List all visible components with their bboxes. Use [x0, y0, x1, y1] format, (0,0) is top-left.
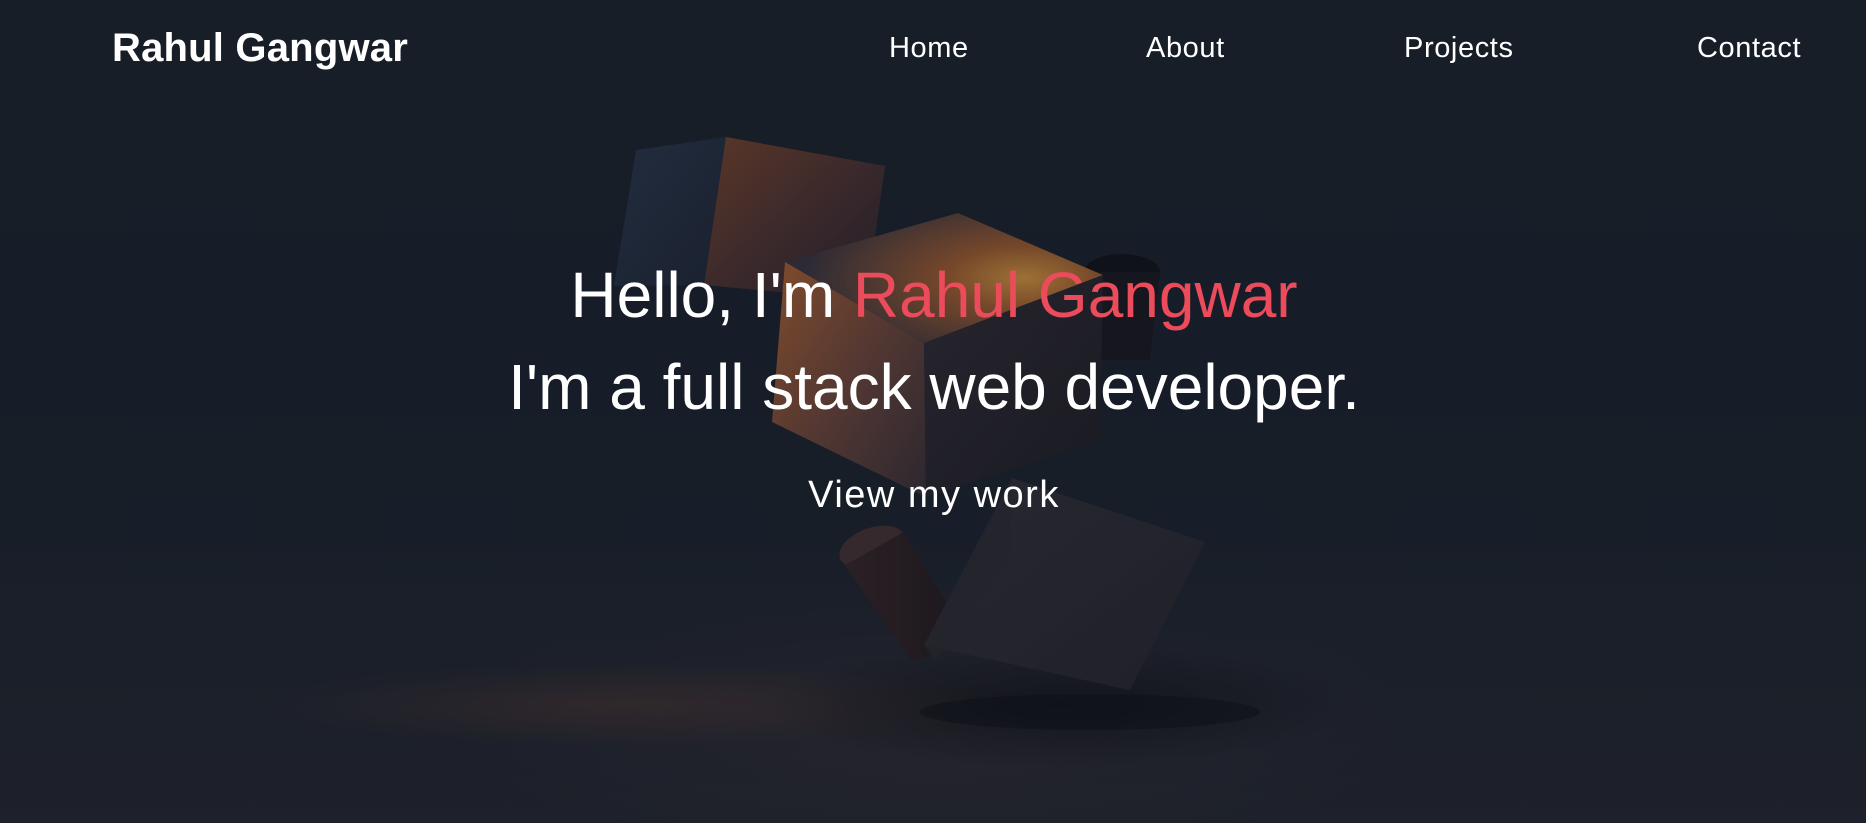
nav-link-projects[interactable]: Projects — [1404, 32, 1514, 65]
hero-tagline: I'm a full stack web developer. — [508, 351, 1360, 423]
main-navigation: Home About Projects Contact — [0, 32, 1868, 72]
page-right-border — [1866, 0, 1868, 824]
hero-greeting: Hello, I'm Rahul Gangwar — [0, 258, 1868, 332]
cta-container: View my work — [0, 470, 1868, 521]
hero-greeting-prefix: Hello, I'm — [570, 259, 853, 331]
nav-link-about[interactable]: About — [1146, 32, 1225, 65]
landing-page: Rahul Gangwar Home About Projects Contac… — [0, 0, 1868, 824]
view-my-work-button[interactable]: View my work — [794, 470, 1074, 521]
nav-link-home[interactable]: Home — [889, 32, 969, 65]
nav-link-contact[interactable]: Contact — [1697, 32, 1801, 65]
hero-greeting-name: Rahul Gangwar — [852, 259, 1298, 331]
